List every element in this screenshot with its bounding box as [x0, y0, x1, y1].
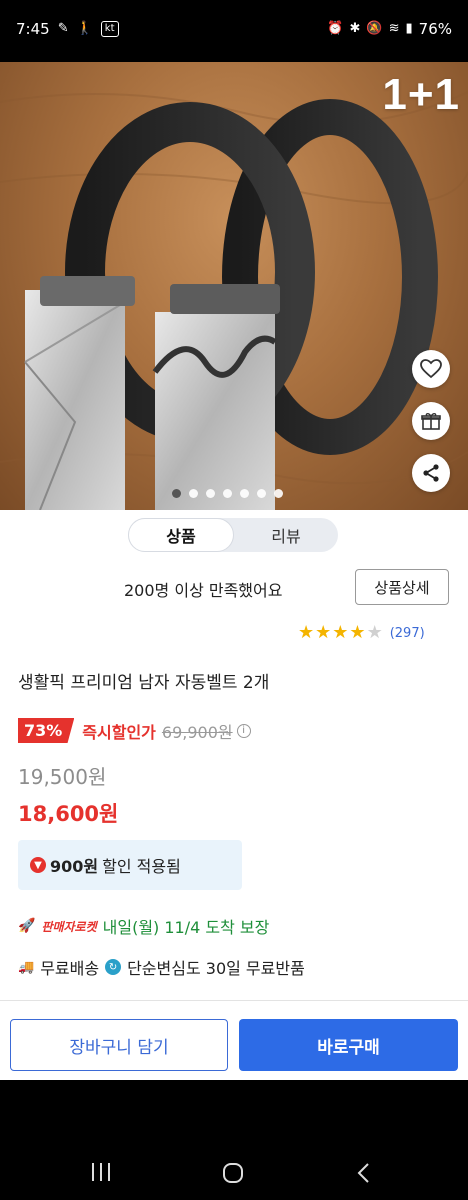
rocket-label: 판매자로켓 — [41, 919, 97, 934]
arrival-date: 내일(월) 11/4 도착 보장 — [102, 918, 270, 937]
star-icon: ★ — [315, 622, 332, 643]
return-policy-label: 단순변심도 30일 무료반품 — [127, 959, 305, 978]
gift-icon — [421, 413, 441, 430]
discount-row: 73% 즉시할인가 69,900원 i — [18, 718, 251, 743]
star-icon: ★ — [332, 622, 349, 643]
coupon-amount: 900원 — [50, 857, 99, 876]
carousel-indicator — [172, 489, 283, 498]
action-bar: 장바구니 담기 바로구매 — [0, 1000, 468, 1080]
return-icon: ↻ — [105, 959, 122, 975]
down-arrow-icon: ▼ — [30, 857, 46, 873]
recent-apps-icon[interactable] — [90, 1162, 112, 1182]
wishlist-button[interactable] — [412, 350, 450, 388]
star-icon: ★ — [366, 622, 383, 643]
add-to-cart-button[interactable]: 장바구니 담기 — [10, 1019, 228, 1071]
share-button[interactable] — [412, 454, 450, 492]
heart-icon — [420, 359, 442, 379]
carousel-dot[interactable] — [240, 489, 249, 498]
free-shipping-label: 무료배송 — [40, 959, 100, 978]
carousel-dot[interactable] — [274, 489, 283, 498]
carousel-dot[interactable] — [172, 489, 181, 498]
coupon-applied-box: ▼ 900원 할인 적용됨 — [18, 840, 242, 890]
edit-icon: ✎ — [57, 21, 69, 36]
carrier-badge: kt — [100, 21, 119, 37]
buy-now-button[interactable]: 바로구매 — [239, 1019, 458, 1071]
bluetooth-icon: ✱ — [349, 21, 361, 36]
info-icon[interactable]: i — [236, 723, 251, 738]
truck-icon: 🚚 — [18, 959, 35, 975]
signal-icon: ▮ — [405, 21, 413, 36]
rocket-icon: 🚀 — [18, 918, 36, 934]
star-icon: ★ — [349, 622, 366, 643]
gift-button[interactable] — [412, 402, 450, 440]
product-title: 생활픽 프리미엄 남자 자동벨트 2개 — [18, 673, 270, 693]
carousel-dot[interactable] — [189, 489, 198, 498]
product-image-carousel[interactable]: 1+1 — [0, 62, 468, 510]
product-detail-button[interactable]: 상품상세 — [355, 569, 449, 605]
system-nav-bar — [0, 1080, 468, 1200]
wifi-icon: ≋ — [388, 21, 400, 36]
carousel-dot[interactable] — [206, 489, 215, 498]
walking-icon: 🚶 — [76, 21, 93, 36]
instant-discount-label: 즉시할인가 — [82, 722, 156, 742]
carousel-dot[interactable] — [223, 489, 232, 498]
price-before-coupon: 19,500원 — [18, 765, 107, 789]
tab-reviews[interactable]: 리뷰 — [234, 518, 338, 552]
belt-product-image — [0, 91, 468, 510]
carousel-dot[interactable] — [257, 489, 266, 498]
status-bar: 7:45 ✎ 🚶 kt ⏰ ✱ 🔕 ≋ ▮ 76% — [0, 0, 468, 62]
product-info: 상품 리뷰 200명 이상 만족했어요 상품상세 ★ ★ ★ ★ ★ (297)… — [0, 510, 468, 1000]
tab-product[interactable]: 상품 — [128, 518, 234, 552]
promo-label: 1+1 — [382, 70, 460, 119]
tab-bar: 상품 리뷰 — [128, 518, 338, 552]
delivery-row: 🚀 판매자로켓 내일(월) 11/4 도착 보장 — [18, 914, 269, 938]
star-icon: ★ — [298, 622, 315, 643]
alarm-icon: ⏰ — [327, 21, 344, 36]
battery-level: 76% — [418, 20, 452, 38]
home-icon[interactable] — [222, 1162, 244, 1184]
coupon-text: 할인 적용됨 — [102, 857, 181, 876]
mute-icon: 🔕 — [366, 21, 383, 36]
review-count[interactable]: (297) — [390, 626, 425, 641]
rating[interactable]: ★ ★ ★ ★ ★ (297) — [298, 623, 425, 643]
final-price: 18,600원 — [18, 802, 119, 826]
back-icon[interactable] — [356, 1162, 370, 1184]
shipping-row: 🚚 무료배송 ↻ 단순변심도 30일 무료반품 — [18, 955, 305, 979]
status-time: 7:45 — [16, 20, 50, 38]
satisfaction-text: 200명 이상 만족했어요 — [124, 581, 283, 600]
share-icon — [423, 464, 439, 482]
original-price: 69,900원 — [161, 722, 233, 742]
discount-badge: 73% — [18, 718, 75, 743]
